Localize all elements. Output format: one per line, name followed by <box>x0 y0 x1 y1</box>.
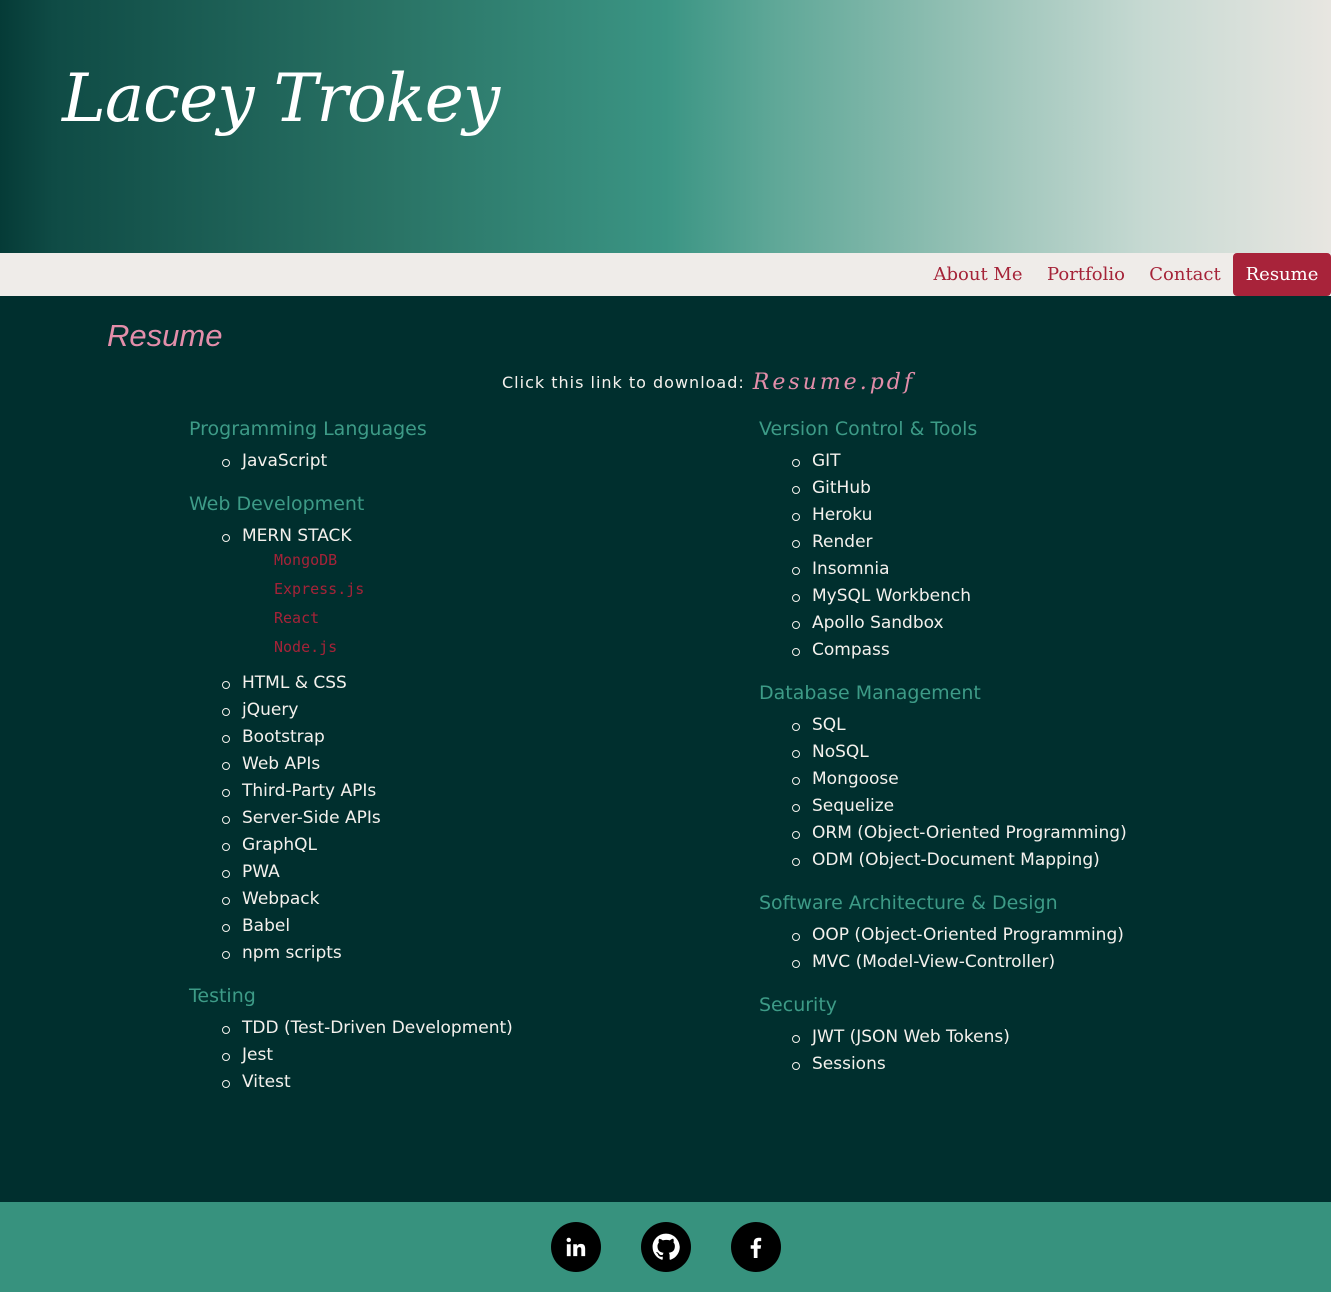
linkedin-icon[interactable] <box>551 1222 601 1272</box>
skill-item: Webpack <box>242 889 320 909</box>
bullet-icon <box>792 960 800 968</box>
skill-item: SQL <box>812 715 846 735</box>
navbar: About Me Portfolio Contact Resume <box>0 253 1331 296</box>
skill-item: GraphQL <box>242 835 317 855</box>
bullet-icon <box>792 567 800 575</box>
section-title-version-control-tools: Version Control & Tools <box>759 418 978 440</box>
bullet-icon <box>222 924 230 932</box>
sub-skill-item: Express.js <box>274 580 365 598</box>
section-title-testing: Testing <box>189 985 256 1007</box>
skill-item: Sequelize <box>812 796 895 816</box>
nav-portfolio[interactable]: Portfolio <box>1042 253 1130 296</box>
section-title-software-architecture-design: Software Architecture & Design <box>759 892 1058 914</box>
skill-item: Apollo Sandbox <box>812 613 944 633</box>
section-title-security: Security <box>759 994 838 1016</box>
bullet-icon <box>222 1026 230 1034</box>
skill-item: Vitest <box>242 1072 291 1092</box>
bullet-icon <box>222 459 230 467</box>
bullet-icon <box>792 594 800 602</box>
skill-item: TDD (Test-Driven Development) <box>242 1018 513 1038</box>
skill-item: GIT <box>812 451 841 471</box>
skill-item: ORM (Object-Oriented Programming) <box>812 823 1127 843</box>
download-row: Click this link to download: Resume.pdf <box>502 364 915 400</box>
bullet-icon <box>222 951 230 959</box>
sub-skill-item: Node.js <box>274 638 338 656</box>
nav-contact[interactable]: Contact <box>1143 253 1227 296</box>
skill-item: JWT (JSON Web Tokens) <box>812 1027 1010 1047</box>
skill-item: GitHub <box>812 478 871 498</box>
bullet-icon <box>792 513 800 521</box>
nav-resume[interactable]: Resume <box>1233 253 1331 296</box>
page-title: Resume <box>107 318 223 353</box>
skill-item: JavaScript <box>242 451 328 471</box>
skill-item: Web APIs <box>242 754 321 774</box>
skill-item: jQuery <box>242 700 299 720</box>
skill-item: npm scripts <box>242 943 342 963</box>
skill-item: Compass <box>812 640 890 660</box>
sub-skill-item: MongoDB <box>274 551 338 569</box>
bullet-icon <box>792 486 800 494</box>
bullet-icon <box>222 789 230 797</box>
facebook-icon[interactable] <box>731 1222 781 1272</box>
skill-item: Sessions <box>812 1054 886 1074</box>
skill-item: Heroku <box>812 505 873 525</box>
github-icon[interactable] <box>641 1222 691 1272</box>
bullet-icon <box>222 816 230 824</box>
skill-item: OOP (Object-Oriented Programming) <box>812 925 1124 945</box>
skill-item: Jest <box>242 1045 273 1065</box>
download-text: Click this link to download: <box>502 372 745 392</box>
bullet-icon <box>792 777 800 785</box>
sub-skill-item: React <box>274 609 320 627</box>
bullet-icon <box>792 621 800 629</box>
bullet-icon <box>222 1053 230 1061</box>
skill-item: ODM (Object-Document Mapping) <box>812 850 1100 870</box>
bullet-icon <box>222 762 230 770</box>
bullet-icon <box>222 897 230 905</box>
skill-item: Third-Party APIs <box>242 781 377 801</box>
bullet-icon <box>792 933 800 941</box>
skill-item: MERN STACK <box>242 526 352 546</box>
bullet-icon <box>792 459 800 467</box>
site-footer <box>0 1202 1331 1292</box>
bullet-icon <box>222 681 230 689</box>
bullet-icon <box>792 804 800 812</box>
skill-item: Mongoose <box>812 769 899 789</box>
skill-item: MVC (Model-View-Controller) <box>812 952 1056 972</box>
nav-about-me[interactable]: About Me <box>928 253 1028 296</box>
bullet-icon <box>792 1062 800 1070</box>
bullet-icon <box>222 534 230 542</box>
bullet-icon <box>792 750 800 758</box>
bullet-icon <box>792 1035 800 1043</box>
bullet-icon <box>222 708 230 716</box>
bullet-icon <box>222 843 230 851</box>
skill-item: Render <box>812 532 873 552</box>
bullet-icon <box>792 858 800 866</box>
bullet-icon <box>792 648 800 656</box>
section-title-database-management: Database Management <box>759 682 981 704</box>
bullet-icon <box>792 831 800 839</box>
section-title-programming-languages: Programming Languages <box>189 418 427 440</box>
bullet-icon <box>222 870 230 878</box>
skill-item: Bootstrap <box>242 727 325 747</box>
bullet-icon <box>222 1080 230 1088</box>
skill-item: Babel <box>242 916 291 936</box>
site-title: Lacey Trokey <box>62 60 500 137</box>
skill-item: MySQL Workbench <box>812 586 971 606</box>
skill-item: PWA <box>242 862 280 882</box>
bullet-icon <box>792 540 800 548</box>
skill-item: Insomnia <box>812 559 890 579</box>
resume-download-link[interactable]: Resume.pdf <box>753 370 915 395</box>
section-title-web-development: Web Development <box>189 493 365 515</box>
skill-item: NoSQL <box>812 742 869 762</box>
bullet-icon <box>222 735 230 743</box>
bullet-icon <box>792 723 800 731</box>
site-header: Lacey Trokey <box>0 0 1331 253</box>
skill-item: Server-Side APIs <box>242 808 381 828</box>
skill-item: HTML & CSS <box>242 673 347 693</box>
